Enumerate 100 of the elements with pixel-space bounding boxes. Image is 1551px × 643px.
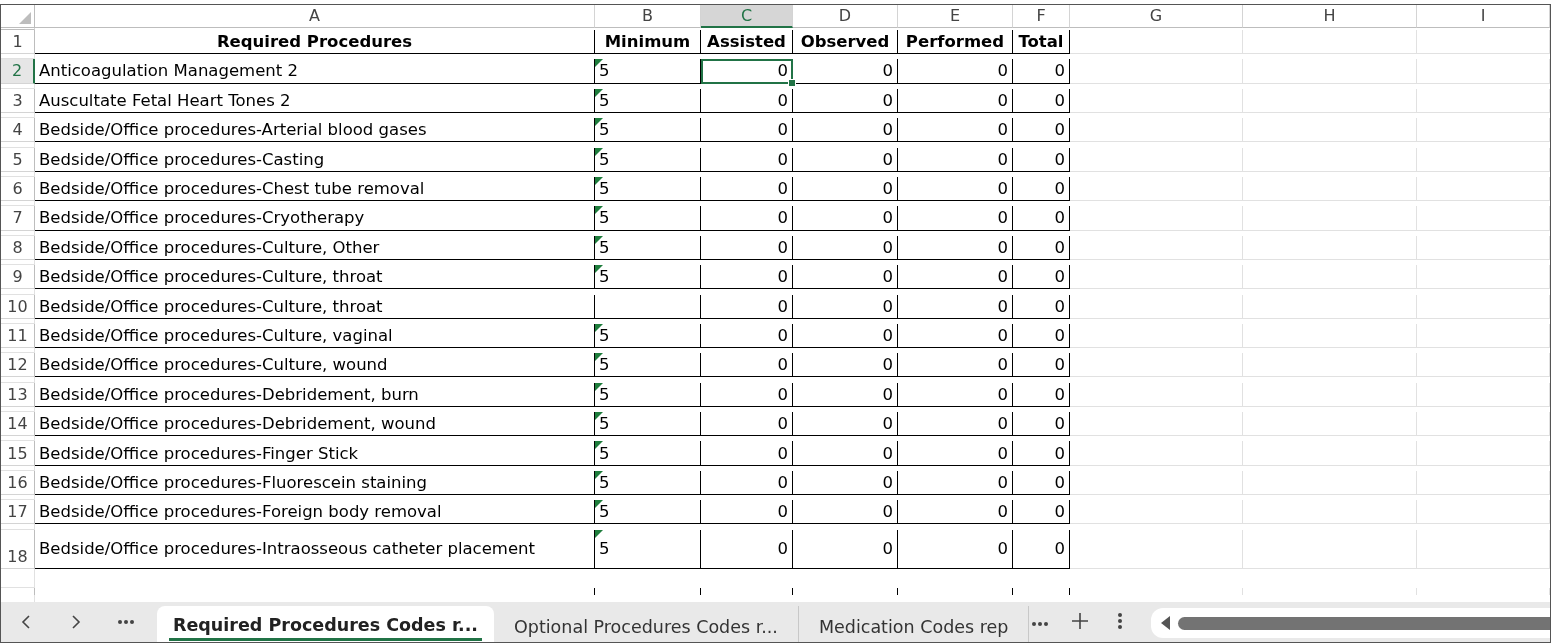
table-cell: 0 [793, 176, 898, 202]
row-header[interactable]: 17 [1, 500, 35, 525]
table-cell: 0 [793, 500, 898, 525]
table-cell: 0 [793, 412, 898, 437]
row-header[interactable]: 9 [1, 265, 35, 290]
empty-cell [1, 201, 35, 207]
table-cell: 0 [793, 147, 898, 172]
table-cell: Bedside/Office procedures-Culture, wound [35, 353, 595, 378]
ellipsis-icon [117, 619, 135, 625]
table-cell: 5 [595, 235, 701, 260]
table-cell: 0 [898, 412, 1013, 437]
column-header[interactable]: F [1013, 5, 1070, 28]
table-cell: 0 [898, 265, 1013, 290]
column-header[interactable]: I [1417, 5, 1550, 28]
table-cell: 5 [595, 529, 701, 570]
table-cell: 0 [1013, 147, 1070, 172]
empty-cell [1, 569, 35, 588]
table-cell: 0 [1013, 88, 1070, 113]
row-header[interactable]: 2 [1, 59, 35, 84]
row-header[interactable]: 16 [1, 470, 35, 496]
scrollbar-thumb[interactable] [1178, 616, 1550, 630]
empty-cell [1, 112, 35, 119]
fill-handle[interactable] [788, 78, 796, 87]
table-cell: 5 [595, 88, 701, 113]
row-header[interactable]: 10 [1, 294, 35, 319]
table-cell: Bedside/Office procedures-Casting [35, 147, 595, 172]
table-cell: 0 [1013, 265, 1070, 290]
row-header[interactable]: 4 [1, 118, 35, 143]
column-header[interactable]: C [701, 5, 793, 28]
empty-cell [1, 406, 35, 413]
column-header[interactable]: D [793, 5, 898, 28]
table-cell: 0 [793, 294, 898, 319]
table-cell: 0 [1013, 353, 1070, 378]
table-cell: 0 [1013, 323, 1070, 349]
empty-cell [1, 436, 35, 442]
table-cell: 5 [595, 470, 701, 496]
row-header[interactable]: 14 [1, 412, 35, 437]
column-header[interactable]: E [898, 5, 1013, 28]
empty-cell [1, 318, 35, 324]
row-header[interactable]: 3 [1, 88, 35, 113]
horizontal-scrollbar[interactable] [1151, 608, 1550, 638]
triangle-icon [19, 11, 31, 24]
row-header[interactable]: 8 [1, 235, 35, 260]
row-header[interactable]: 13 [1, 382, 35, 407]
table-cell: Bedside/Office procedures-Culture, throat [35, 294, 595, 319]
scroll-left-icon[interactable] [1161, 616, 1171, 630]
table-cell: 5 [595, 206, 701, 231]
table-cell: 0 [898, 500, 1013, 525]
table-cell: 0 [1013, 500, 1070, 525]
table-cell: 0 [701, 441, 793, 466]
table-cell: 0 [1013, 206, 1070, 231]
table-cell: 0 [701, 265, 793, 290]
table-cell: 0 [898, 294, 1013, 319]
empty-cell [1, 230, 35, 236]
table-cell: 0 [793, 206, 898, 231]
table-cell: 0 [898, 353, 1013, 378]
table-cell: Bedside/Office procedures-Culture, throat [35, 265, 595, 290]
table-cell: 0 [1013, 412, 1070, 437]
empty-cell [1, 524, 35, 530]
table-cell: 0 [898, 88, 1013, 113]
table-cell: 5 [595, 353, 701, 378]
table-cell: 0 [701, 147, 793, 172]
table-cell: 0 [793, 118, 898, 143]
row-header[interactable]: 1 [1, 30, 35, 55]
row-header[interactable]: 7 [1, 206, 35, 231]
table-cell: 5 [595, 412, 701, 437]
table-cell: 0 [701, 500, 793, 525]
table-cell: 0 [1013, 59, 1070, 84]
column-heading: Required Procedures [35, 30, 595, 55]
row-header[interactable]: 18 [1, 529, 35, 570]
empty-cell [1, 465, 35, 471]
column-header[interactable]: G [1070, 5, 1243, 28]
column-header[interactable]: B [595, 5, 701, 28]
table-cell: 0 [793, 323, 898, 349]
table-cell: 0 [701, 412, 793, 437]
table-cell: 0 [701, 235, 793, 260]
table-cell: 0 [793, 470, 898, 496]
column-header[interactable]: H [1243, 5, 1417, 28]
table-cell: 0 [898, 59, 1013, 84]
column-heading: Performed [898, 30, 1013, 55]
table-cell: 5 [595, 500, 701, 525]
empty-cell [1, 259, 35, 266]
table-cell: 0 [898, 206, 1013, 231]
sheet-tab[interactable]: Required Procedures Codes r... [157, 606, 494, 642]
table-cell: Bedside/Office procedures-Chest tube removal [35, 176, 595, 202]
column-header[interactable]: A [35, 5, 595, 28]
row-header[interactable]: 12 [1, 353, 35, 378]
table-cell: 0 [793, 235, 898, 260]
table-cell: 0 [701, 470, 793, 496]
table-cell: Anticoagulation Management 2 [35, 59, 595, 84]
table-cell: 5 [595, 118, 701, 143]
empty-cell [1, 171, 35, 177]
table-cell: 5 [595, 382, 701, 407]
row-header[interactable]: 11 [1, 323, 35, 349]
row-header[interactable]: 15 [1, 441, 35, 466]
table-cell: 0 [793, 441, 898, 466]
table-cell: 0 [701, 529, 793, 570]
row-header[interactable]: 6 [1, 176, 35, 202]
table-cell: 0 [898, 235, 1013, 260]
row-header[interactable]: 5 [1, 147, 35, 172]
